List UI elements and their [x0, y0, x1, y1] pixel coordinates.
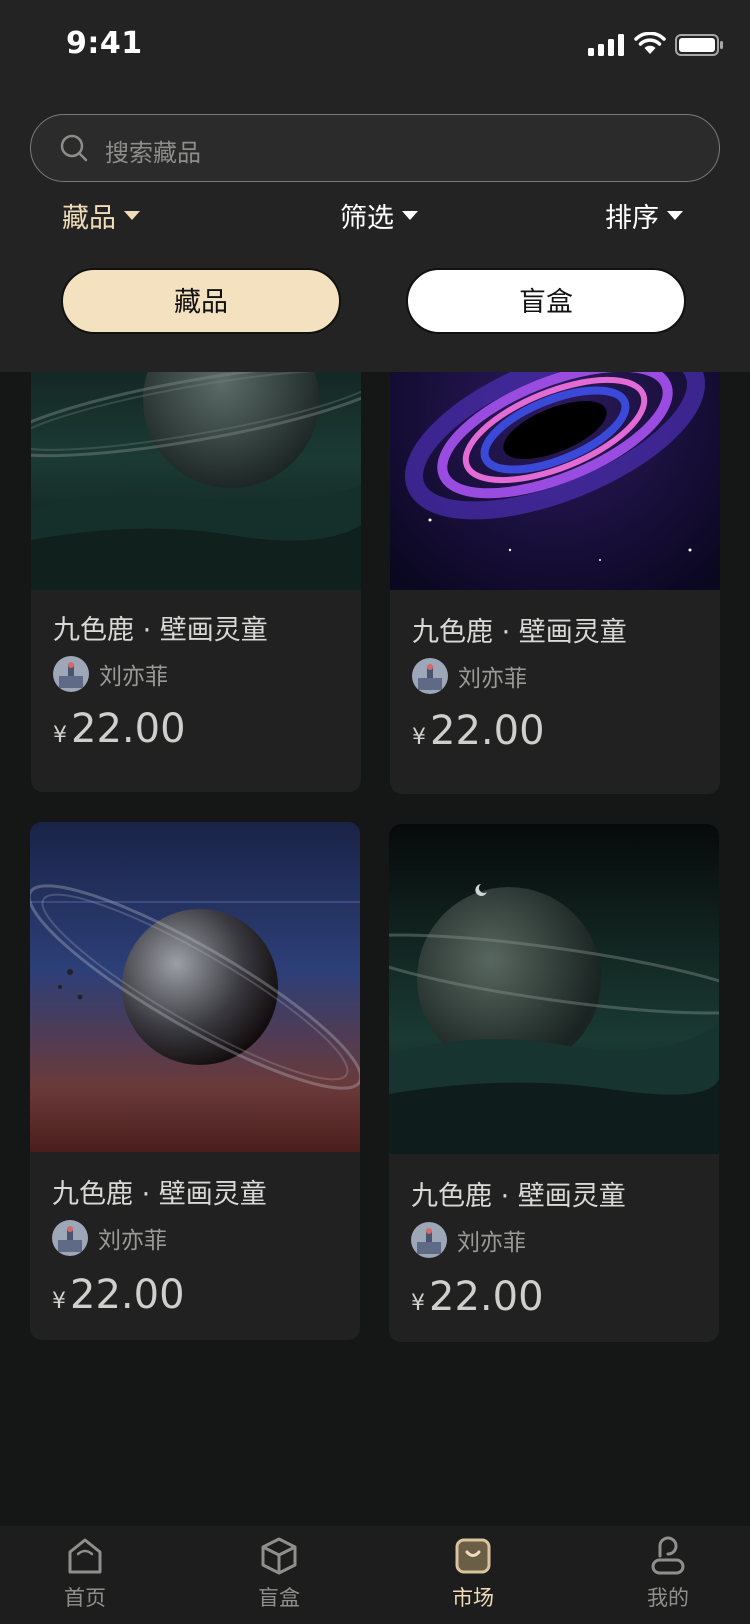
- wifi-icon: [634, 32, 666, 54]
- filter-collection[interactable]: 藏品: [62, 196, 140, 235]
- home-icon: [68, 1538, 102, 1574]
- filter-sort[interactable]: 排序: [605, 196, 683, 235]
- user-icon: [651, 1536, 685, 1575]
- bag-icon: [455, 1538, 491, 1574]
- avatar: [411, 1222, 447, 1258]
- filter-screen[interactable]: 筛选: [340, 196, 418, 235]
- nav-blind-box[interactable]: 盲盒: [219, 1536, 339, 1624]
- header: 9:41 搜索藏品 藏品 筛选 排序 藏品 盲盒: [0, 0, 750, 372]
- tab-collection[interactable]: 藏品: [61, 268, 341, 334]
- product-card[interactable]: 九色鹿 · 壁画灵童 刘亦菲 ¥22.00: [389, 824, 719, 1342]
- product-card[interactable]: 九色鹿 · 壁画灵童 刘亦菲 ¥22.00: [31, 340, 361, 792]
- filter-bar: 藏品 筛选 排序: [0, 196, 750, 236]
- battery-icon: [675, 34, 723, 56]
- product-image: [30, 822, 360, 1152]
- nav-label: 盲盒: [258, 1586, 300, 1610]
- box-icon: [261, 1537, 297, 1575]
- product-card[interactable]: 九色鹿 · 壁画灵童 刘亦菲 ¥22.00: [390, 340, 720, 794]
- product-price: ¥22.00: [411, 1274, 544, 1320]
- nav-market[interactable]: 市场: [413, 1536, 533, 1624]
- product-title: 九色鹿 · 壁画灵童: [53, 615, 268, 646]
- product-author: 刘亦菲: [411, 1222, 526, 1258]
- caret-down-icon: [124, 211, 140, 220]
- product-image: [389, 824, 719, 1154]
- product-image: [390, 340, 720, 590]
- search-input[interactable]: 搜索藏品: [30, 114, 720, 182]
- product-price: ¥22.00: [412, 708, 545, 754]
- nav-label: 市场: [452, 1586, 494, 1610]
- product-title: 九色鹿 · 壁画灵童: [411, 1181, 626, 1212]
- nav-label: 首页: [64, 1586, 106, 1610]
- product-title: 九色鹿 · 壁画灵童: [412, 617, 627, 648]
- avatar: [52, 1220, 88, 1256]
- avatar: [412, 658, 448, 694]
- bottom-nav: 首页 盲盒 市场 我的: [0, 1526, 750, 1624]
- search-placeholder: 搜索藏品: [105, 139, 201, 167]
- caret-down-icon: [667, 211, 683, 220]
- product-image: [31, 340, 361, 590]
- status-bar: 9:41: [0, 0, 750, 90]
- nav-profile[interactable]: 我的: [608, 1536, 728, 1624]
- search-icon: [60, 134, 88, 162]
- product-card[interactable]: 九色鹿 · 壁画灵童 刘亦菲 ¥22.00: [30, 822, 360, 1340]
- nav-home[interactable]: 首页: [25, 1536, 145, 1624]
- status-time: 9:41: [66, 26, 143, 61]
- product-price: ¥22.00: [53, 706, 186, 752]
- tab-blind-box[interactable]: 盲盒: [406, 268, 686, 334]
- product-author: 刘亦菲: [53, 656, 168, 692]
- product-price: ¥22.00: [52, 1272, 185, 1318]
- avatar: [53, 656, 89, 692]
- caret-down-icon: [402, 211, 418, 220]
- product-author: 刘亦菲: [412, 658, 527, 694]
- cellular-signal-icon: [588, 34, 624, 56]
- product-title: 九色鹿 · 壁画灵童: [52, 1179, 267, 1210]
- nav-label: 我的: [647, 1586, 689, 1610]
- product-author: 刘亦菲: [52, 1220, 167, 1256]
- segment-tabs: 藏品 盲盒: [0, 268, 750, 334]
